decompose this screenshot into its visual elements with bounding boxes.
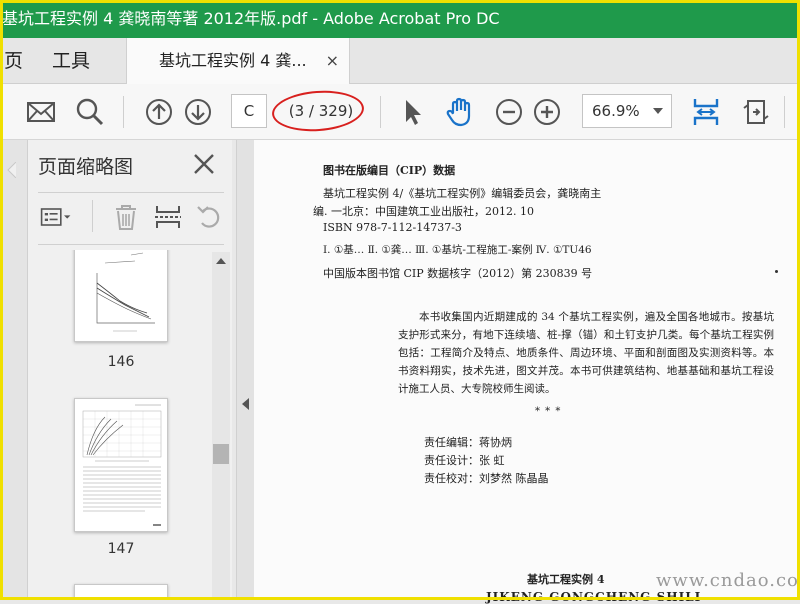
thumbnail-scrollbar[interactable]	[212, 252, 230, 600]
thumbnail-page-147[interactable]	[74, 398, 168, 532]
page-down-icon[interactable]	[182, 96, 214, 128]
panel-strip	[0, 140, 28, 600]
undo-rotate-icon[interactable]	[194, 202, 226, 232]
thumbnail-label: 147	[107, 541, 135, 557]
page-number-input[interactable]: C	[231, 94, 267, 128]
panel-pointer-icon	[7, 162, 16, 178]
cip-heading: 图书在版编目（CIP）数据	[323, 164, 456, 177]
hand-icon[interactable]	[444, 96, 476, 128]
collapse-arrow-icon[interactable]	[242, 398, 249, 410]
cip-line2: 编. 一北京：中国建筑工业出版社，2012. 10	[313, 205, 534, 218]
thumbnail-list: 146 147	[28, 250, 210, 600]
editor-credit: 责任编辑：蒋协炳	[424, 436, 512, 449]
thumbnail-image	[82, 404, 162, 526]
extract-pages-icon[interactable]	[152, 202, 184, 232]
rotate-icon[interactable]	[740, 96, 772, 128]
mail-icon[interactable]	[25, 96, 57, 128]
panel-title: 页面缩略图	[38, 156, 134, 178]
trash-icon[interactable]	[110, 202, 142, 232]
chevron-down-icon	[653, 108, 663, 114]
options-menu-icon[interactable]	[40, 202, 72, 232]
fit-page-icon[interactable]	[690, 96, 722, 128]
book-title: 基坑工程实例 4	[527, 573, 605, 586]
divider	[38, 244, 224, 245]
zoom-out-icon[interactable]	[493, 96, 525, 128]
close-icon[interactable]	[192, 152, 216, 176]
cip-line1: 基坑工程实例 4/《基坑工程实例》编辑委员会，龚晓南主	[323, 187, 602, 200]
select-arrow-icon[interactable]	[396, 96, 428, 128]
toolbar-separator	[123, 96, 124, 128]
window-title-bar: 基坑工程实例 4 龚晓南等著 2012年版.pdf - Adobe Acroba…	[0, 0, 800, 38]
zoom-value: 66.9%	[592, 102, 640, 120]
zoom-in-icon[interactable]	[531, 96, 563, 128]
page-up-icon[interactable]	[143, 96, 175, 128]
scrollbar-thumb[interactable]	[213, 444, 229, 464]
document-tab-label: 基坑工程实例 4 龚...	[159, 51, 307, 70]
book-description: 本书收集国内近期建成的 34 个基坑工程实例，遍及全国各地城市。按基坑支护形式来…	[398, 311, 774, 395]
panel-collapse-strip[interactable]	[236, 140, 254, 600]
cip-number: 中国版本图书馆 CIP 数据核字（2012）第 230839 号	[323, 267, 593, 280]
close-tab-icon[interactable]: ×	[326, 38, 339, 84]
proofreader-credit: 责任校对：刘梦然 陈晶晶	[424, 472, 549, 485]
classification: Ⅰ. ①基… Ⅱ. ①龚… Ⅲ. ①基坑-工程施工-案例 Ⅳ. ①TU46	[323, 244, 592, 256]
watermark: www.cndao.com	[656, 570, 800, 591]
tab-home[interactable]: 页	[4, 38, 23, 84]
tab-document[interactable]: 基坑工程实例 4 龚... ×	[126, 38, 350, 84]
thumbnail-label: 146	[107, 354, 135, 370]
page-dot	[775, 270, 778, 273]
toolbar	[0, 84, 800, 140]
window-title: 基坑工程实例 4 龚晓南等著 2012年版.pdf - Adobe Acroba…	[2, 9, 500, 28]
section-separator: * * *	[535, 406, 562, 417]
book-title-pinyin: JIKENG GONGCHENG SHILI	[486, 590, 702, 604]
designer-credit: 责任设计：张 虹	[424, 454, 505, 467]
isbn: ISBN 978-7-112-14737-3	[323, 221, 462, 234]
search-icon[interactable]	[74, 96, 106, 128]
thumbnail-page-146[interactable]	[74, 250, 168, 342]
scroll-up-icon[interactable]	[212, 252, 230, 270]
tab-row: 页 工具 基坑工程实例 4 龚... ×	[0, 38, 800, 84]
thumbnail-image	[96, 252, 155, 332]
toolbar-separator	[92, 200, 93, 232]
zoom-select[interactable]: 66.9%	[582, 94, 672, 128]
toolbar-separator	[784, 96, 785, 128]
thumbnail-page-next[interactable]	[74, 584, 168, 600]
toolbar-separator	[380, 96, 381, 128]
tab-tools[interactable]: 工具	[52, 38, 90, 84]
divider	[38, 192, 224, 193]
